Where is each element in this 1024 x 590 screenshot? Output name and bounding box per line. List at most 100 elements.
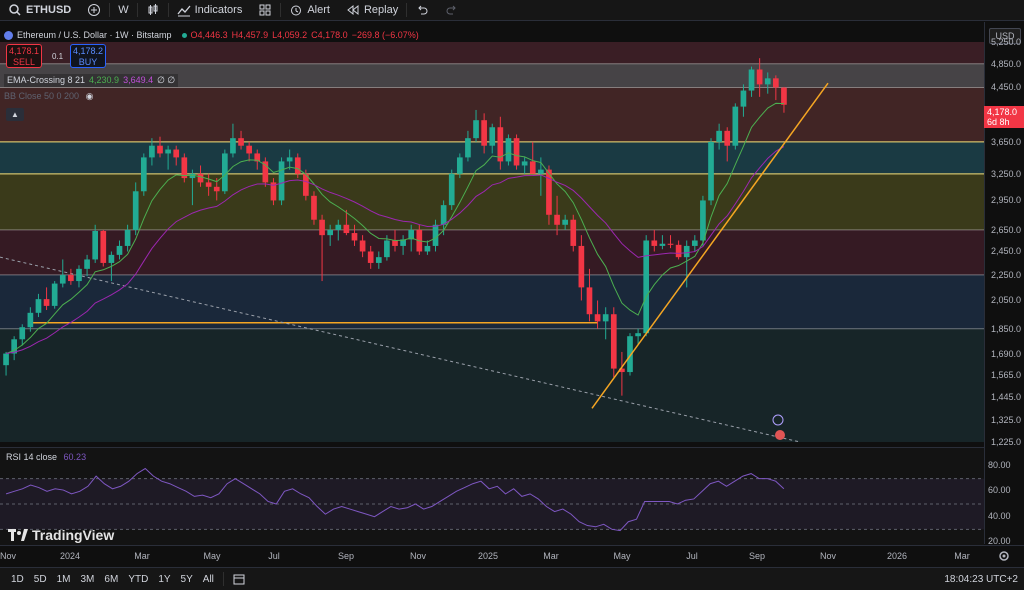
range-6m[interactable]: 6M [99, 574, 123, 585]
buy-price: 4,178.2 [72, 46, 104, 56]
hidden-indicator-legend[interactable]: BB Close 50 0 200 ◉ [4, 91, 93, 102]
divider [222, 572, 224, 586]
candle-body [311, 195, 317, 220]
candle-body [440, 205, 447, 225]
undo-button[interactable] [407, 0, 437, 20]
indicators-button[interactable]: Indicators [169, 0, 251, 20]
ema-extra: ∅ ∅ [157, 75, 176, 85]
time-axis-label: 2024 [59, 551, 81, 561]
candle-body [602, 314, 609, 322]
candle-body [335, 224, 342, 230]
range-selector: 1D 5D 1M 3M 6M YTD 1Y 5Y All [0, 574, 219, 585]
interval-button[interactable]: W [110, 0, 136, 20]
collapse-legend-button[interactable]: ▲ [6, 108, 24, 121]
range-ytd[interactable]: YTD [123, 574, 153, 585]
candle-body [691, 240, 698, 246]
tradingview-logo: TradingView [8, 527, 114, 543]
price-axis-label: 4,450.0 [990, 82, 1021, 93]
candle-body [700, 200, 706, 241]
candle-body [359, 240, 366, 252]
candle-body [675, 244, 682, 258]
candle-body [327, 229, 334, 236]
candle-body [132, 191, 139, 230]
candle-body [213, 186, 220, 192]
range-1y[interactable]: 1Y [153, 574, 175, 585]
range-3m[interactable]: 3M [76, 574, 100, 585]
candle-body [108, 254, 115, 263]
interval-label: W [118, 4, 129, 16]
add-circle-icon [88, 4, 101, 16]
sell-button[interactable]: 4,178.1 SELL [6, 44, 42, 68]
candle-body [35, 299, 42, 313]
price-axis-label: 2,250.0 [990, 269, 1021, 280]
candle-body [716, 130, 722, 142]
candle-body [513, 138, 520, 166]
price-axis-label: 2,450.0 [990, 246, 1021, 257]
range-5d[interactable]: 5D [29, 574, 52, 585]
range-all[interactable]: All [198, 574, 219, 585]
candle-body [3, 353, 9, 366]
ema-indicator-legend[interactable]: EMA-Crossing 8 21 4,230.9 3,649.4 ∅ ∅ [4, 74, 179, 87]
price-axis-label: 3,650.0 [990, 136, 1021, 147]
candle-body [197, 173, 204, 183]
range-1d[interactable]: 1D [6, 574, 29, 585]
compare-button[interactable] [79, 0, 109, 20]
candle-body [448, 173, 455, 206]
alert-button[interactable]: Alert [281, 0, 338, 20]
candle-body [351, 233, 358, 241]
replay-label: Replay [363, 4, 399, 16]
chart-type-button[interactable] [138, 0, 168, 20]
current-price: 4,178.0 [987, 107, 1018, 117]
symbol-search[interactable]: ETHUSD [0, 0, 79, 20]
candle-body [748, 69, 755, 91]
buy-button[interactable]: 4,178.2 BUY [70, 44, 106, 68]
candle-body [432, 224, 439, 246]
candle-body [149, 145, 155, 158]
chart-legend: Ethereum / U.S. Dollar · 1W · Bitstamp O… [4, 28, 419, 42]
search-icon [9, 4, 21, 16]
candle-body [610, 314, 617, 369]
candle-body [505, 138, 512, 162]
candle-body [554, 214, 560, 225]
bottom-bar: 1D 5D 1M 3M 6M YTD 1Y 5Y All 18:04:23 UTC+2 [0, 567, 1024, 590]
candle-body [538, 169, 544, 174]
rsi-chart[interactable] [0, 448, 984, 546]
time-axis-label: Mar [134, 551, 150, 561]
countdown: 6d 8h [987, 117, 1010, 127]
candle-body [764, 78, 771, 85]
time-axis-label: Nov [409, 551, 427, 561]
price-axis-label: 1,325.0 [990, 415, 1021, 426]
symbol-label: ETHUSD [26, 4, 72, 16]
calendar-icon[interactable] [232, 572, 246, 586]
candle-body [92, 230, 99, 260]
candle-body [76, 268, 82, 282]
ethereum-icon [4, 30, 13, 40]
replay-button[interactable]: Replay [338, 0, 406, 20]
candle-body [51, 283, 58, 306]
rsi-axis-label: 40.00 [988, 510, 1011, 521]
us-flag-icon [775, 430, 785, 440]
grid-icon [259, 4, 271, 16]
legend-close: C4,178.0 [311, 30, 348, 40]
undo-icon [418, 5, 428, 15]
legend-title: Ethereum / U.S. Dollar · 1W · Bitstamp [17, 30, 172, 40]
rsi-pane[interactable] [0, 447, 984, 546]
candle-body [157, 145, 163, 154]
candle-body [343, 224, 350, 234]
rsi-title: RSI 14 close [6, 452, 58, 462]
eye-icon[interactable]: ◉ [86, 91, 94, 101]
range-1m[interactable]: 1M [52, 574, 76, 585]
range-5y[interactable]: 5Y [176, 574, 198, 585]
redo-button[interactable] [437, 0, 467, 20]
candle-body [651, 240, 658, 246]
sell-price: 4,178.1 [8, 46, 40, 56]
settings-gear-icon[interactable] [998, 550, 1010, 562]
clock[interactable]: 18:04:23 UTC+2 [944, 574, 1018, 585]
time-axis[interactable]: Nov 2024 Mar May Jul Sep Nov 2025 Mar May Jul Sep No… [0, 545, 1024, 566]
candle-body [19, 327, 26, 340]
zone-band-7 [0, 328, 984, 442]
price-axis-label: 3,250.0 [990, 168, 1021, 179]
candle-body [124, 229, 131, 246]
candle-body [683, 245, 690, 258]
templates-button[interactable] [250, 0, 280, 20]
